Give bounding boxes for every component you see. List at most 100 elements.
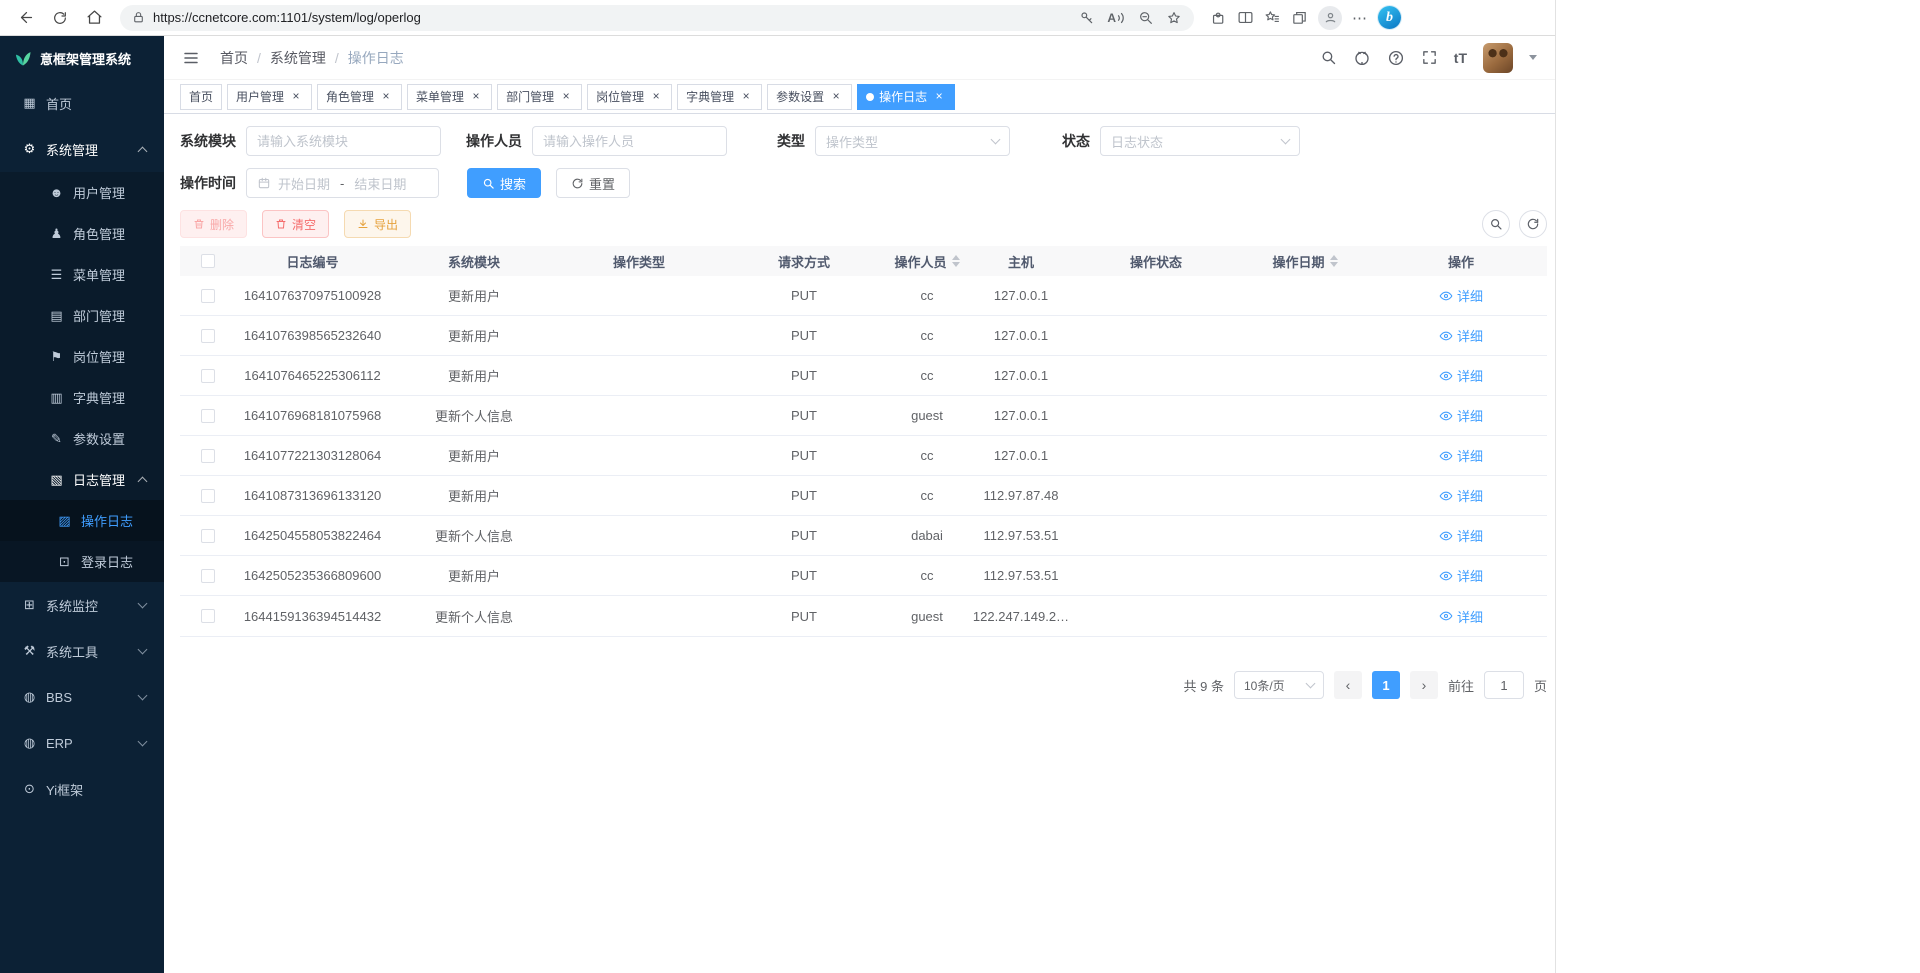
close-icon[interactable]: × — [559, 90, 573, 104]
reset-button[interactable]: 重置 — [556, 168, 630, 198]
sort-caret-icon[interactable] — [1330, 255, 1338, 267]
close-icon[interactable]: × — [829, 90, 843, 104]
password-key-button[interactable] — [1079, 10, 1095, 26]
refresh-table-button[interactable] — [1519, 210, 1547, 238]
browser-back-button[interactable] — [10, 4, 42, 32]
sidebar-item-user-management[interactable]: ☻ 用户管理 — [0, 172, 164, 213]
github-button[interactable] — [1353, 49, 1371, 67]
font-size-button[interactable]: tT — [1454, 50, 1467, 66]
zoom-out-button[interactable] — [1138, 10, 1154, 26]
sidebar-item-operation-log[interactable]: ▨ 操作日志 — [0, 500, 164, 541]
sidebar-item-param-settings[interactable]: ✎ 参数设置 — [0, 418, 164, 459]
sidebar-item-dept-management[interactable]: ▤ 部门管理 — [0, 295, 164, 336]
sidebar-item-role-management[interactable]: ♟ 角色管理 — [0, 213, 164, 254]
tab-param-settings[interactable]: 参数设置 × — [767, 84, 852, 110]
column-header[interactable]: 日志编号 — [235, 246, 390, 276]
close-icon[interactable]: × — [469, 90, 483, 104]
browser-home-button[interactable] — [78, 4, 110, 32]
column-header[interactable]: 请求方式 — [720, 246, 888, 276]
sort-caret-icon[interactable] — [952, 255, 960, 267]
row-checkbox[interactable] — [201, 569, 215, 583]
detail-link[interactable]: 详细 — [1439, 286, 1483, 305]
sidebar-item-dict-management[interactable]: ▥ 字典管理 — [0, 377, 164, 418]
toggle-search-button[interactable] — [1482, 210, 1510, 238]
next-page-button[interactable]: › — [1410, 671, 1438, 699]
breadcrumb-item[interactable]: 首页 — [220, 48, 248, 68]
address-bar[interactable]: https://ccnetcore.com:1101/system/log/op… — [120, 5, 1194, 31]
column-header[interactable]: 主机 — [966, 246, 1076, 276]
detail-link[interactable]: 详细 — [1439, 526, 1483, 545]
column-header[interactable]: 操作状态 — [1076, 246, 1236, 276]
sidebar-item-menu-management[interactable]: ☰ 菜单管理 — [0, 254, 164, 295]
page-1-button[interactable]: 1 — [1372, 671, 1400, 699]
page-size-select[interactable]: 10条/页 — [1234, 671, 1324, 699]
tab-home[interactable]: 首页 — [180, 84, 222, 110]
close-icon[interactable]: × — [379, 90, 393, 104]
close-icon[interactable]: × — [739, 90, 753, 104]
sidebar-item-system-management[interactable]: ⚙ 系统管理 — [0, 126, 164, 172]
row-checkbox[interactable] — [201, 409, 215, 423]
favorites-button[interactable] — [1264, 9, 1281, 26]
detail-link[interactable]: 详细 — [1439, 566, 1483, 585]
sidebar-item-erp[interactable]: ◍ ERP — [0, 720, 164, 766]
detail-link[interactable]: 详细 — [1439, 326, 1483, 345]
clear-button[interactable]: 清空 — [262, 210, 329, 238]
sidebar-item-yi-framework[interactable]: ⊙ Yi框架 — [0, 766, 164, 812]
help-button[interactable] — [1387, 49, 1405, 67]
column-header[interactable]: 操作 — [1374, 246, 1548, 276]
fullscreen-button[interactable] — [1421, 49, 1438, 66]
user-avatar[interactable] — [1483, 43, 1513, 73]
search-button[interactable]: 搜索 — [467, 168, 541, 198]
module-input[interactable] — [257, 134, 430, 149]
column-header[interactable]: 系统模块 — [390, 246, 558, 276]
collections-button[interactable] — [1291, 9, 1308, 26]
column-header[interactable]: 操作日期 — [1236, 246, 1374, 276]
row-checkbox[interactable] — [201, 369, 215, 383]
date-range-picker[interactable]: 开始日期 - 结束日期 — [246, 168, 439, 198]
tab-dict-management[interactable]: 字典管理 × — [677, 84, 762, 110]
tab-menu-management[interactable]: 菜单管理 × — [407, 84, 492, 110]
row-checkbox[interactable] — [201, 449, 215, 463]
select-all-checkbox[interactable] — [201, 254, 215, 268]
type-select[interactable]: 操作类型 — [815, 126, 1010, 156]
browser-refresh-button[interactable] — [44, 4, 76, 32]
column-header[interactable]: 操作人员 — [888, 246, 966, 276]
detail-link[interactable]: 详细 — [1439, 446, 1483, 465]
prev-page-button[interactable]: ‹ — [1334, 671, 1362, 699]
detail-link[interactable]: 详细 — [1439, 366, 1483, 385]
close-icon[interactable]: × — [932, 90, 946, 104]
browser-profile-button[interactable] — [1318, 6, 1342, 30]
tab-operation-log[interactable]: 操作日志 × — [857, 84, 955, 110]
detail-link[interactable]: 详细 — [1439, 607, 1483, 626]
browser-more-button[interactable]: ⋯ — [1352, 9, 1368, 27]
delete-button[interactable]: 删除 — [180, 210, 247, 238]
sidebar-item-login-log[interactable]: ⊡ 登录日志 — [0, 541, 164, 582]
row-checkbox[interactable] — [201, 489, 215, 503]
page-jump-input[interactable] — [1484, 671, 1524, 699]
header-search-button[interactable] — [1320, 49, 1337, 66]
breadcrumb-item[interactable]: / 操作日志 — [326, 48, 404, 68]
row-checkbox[interactable] — [201, 289, 215, 303]
sidebar-item-bbs[interactable]: ◍ BBS — [0, 674, 164, 720]
read-aloud-button[interactable]: A — [1107, 11, 1126, 25]
add-favorite-button[interactable] — [1166, 10, 1182, 26]
row-checkbox[interactable] — [201, 529, 215, 543]
close-icon[interactable]: × — [289, 90, 303, 104]
sidebar-toggle-button[interactable] — [176, 43, 206, 73]
tab-user-management[interactable]: 用户管理 × — [227, 84, 312, 110]
row-checkbox[interactable] — [201, 609, 215, 623]
export-button[interactable]: 导出 — [344, 210, 411, 238]
detail-link[interactable]: 详细 — [1439, 486, 1483, 505]
breadcrumb-item[interactable]: / 系统管理 — [248, 48, 326, 68]
operator-input[interactable] — [543, 134, 716, 149]
row-checkbox[interactable] — [201, 329, 215, 343]
sidebar-item-log-management[interactable]: ▧ 日志管理 — [0, 459, 164, 500]
extensions-button[interactable] — [1210, 9, 1227, 26]
tab-post-management[interactable]: 岗位管理 × — [587, 84, 672, 110]
column-header[interactable]: 操作类型 — [558, 246, 720, 276]
sidebar-item-system-tools[interactable]: ⚒ 系统工具 — [0, 628, 164, 674]
split-screen-button[interactable] — [1237, 9, 1254, 26]
sidebar-item-home[interactable]: ▦ 首页 — [0, 80, 164, 126]
sidebar-item-post-management[interactable]: ⚑ 岗位管理 — [0, 336, 164, 377]
tab-dept-management[interactable]: 部门管理 × — [497, 84, 582, 110]
